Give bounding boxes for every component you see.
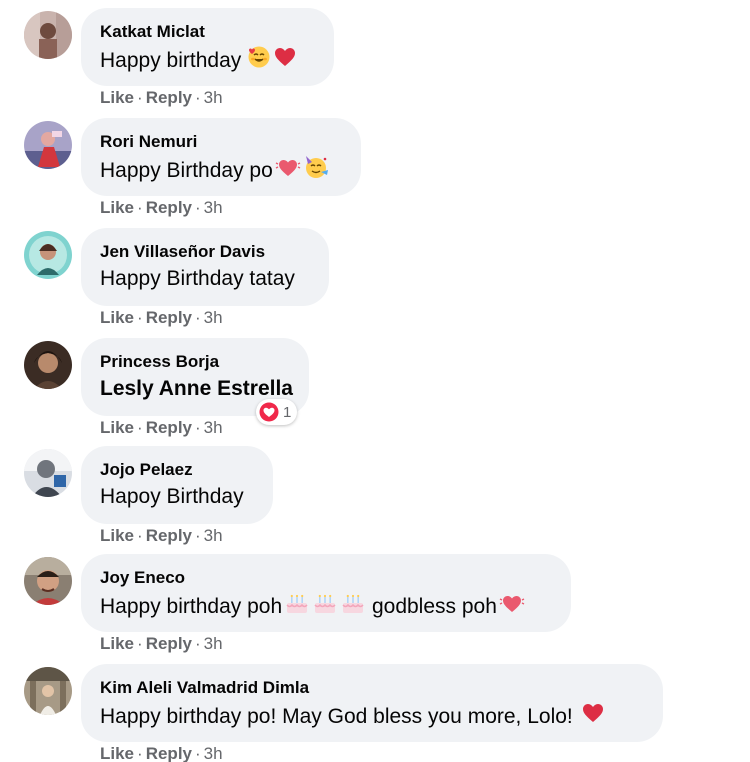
comment-bubble: Katkat Miclat Happy birthday [81, 8, 334, 86]
comment-text-row: Happy Birthday tatay [100, 265, 311, 293]
comment-timestamp[interactable]: 3h [204, 88, 223, 107]
comment: Jojo Pelaez Hapoy Birthday Like · Reply · 3h [0, 438, 750, 548]
comment-text: Happy birthday poh [100, 595, 283, 618]
red-heart-icon [273, 45, 297, 77]
beating-heart-icon [499, 591, 525, 623]
reply-button[interactable]: Reply [146, 744, 192, 762]
reply-button[interactable]: Reply [146, 526, 192, 545]
reaction-count: 1 [283, 403, 292, 421]
comment-text: Happy Birthday tatay [100, 267, 295, 290]
avatar[interactable] [24, 121, 72, 169]
red-heart-icon [581, 701, 605, 733]
comment-actions: Like · Reply · 3h [100, 88, 223, 107]
like-button[interactable]: Like [100, 744, 134, 762]
comment-timestamp[interactable]: 3h [204, 418, 223, 437]
comment-text: Happy birthday po! May God bless you mor… [100, 705, 573, 728]
comment: Katkat Miclat Happy birthday Like · Repl… [0, 0, 750, 110]
comment-actions: Like · Reply · 3h [100, 526, 223, 545]
comment-bubble: Jen Villaseñor Davis Happy Birthday tata… [81, 228, 329, 306]
comment-author[interactable]: Jen Villaseñor Davis [100, 242, 265, 262]
comment-text-row: Happy Birthday po [100, 155, 343, 187]
comment-timestamp[interactable]: 3h [204, 308, 223, 327]
avatar[interactable] [24, 449, 72, 497]
comment-text-row: Happy birthday po! May God bless you mor… [100, 701, 645, 733]
avatar[interactable] [24, 341, 72, 389]
like-button[interactable]: Like [100, 634, 134, 653]
comment-author[interactable]: Jojo Pelaez [100, 460, 193, 480]
comment-text-after: godbless poh [366, 595, 497, 618]
comment-timestamp[interactable]: 3h [204, 526, 223, 545]
comment-thread: Katkat Miclat Happy birthday Like · Repl… [0, 0, 750, 762]
comment-actions: Like · Reply · 3h [100, 308, 223, 327]
reply-button[interactable]: Reply [146, 418, 192, 437]
comment-bubble: Rori Nemuri Happy Birthday po [81, 118, 361, 196]
comment-bubble: Joy Eneco Happy birthday poh godbless po… [81, 554, 571, 632]
like-button[interactable]: Like [100, 308, 134, 327]
reply-button[interactable]: Reply [146, 198, 192, 217]
like-button[interactable]: Like [100, 88, 134, 107]
avatar[interactable] [24, 231, 72, 279]
comment-text-row: Happy birthday poh godbless poh [100, 591, 553, 623]
like-button[interactable]: Like [100, 198, 134, 217]
comment-author[interactable]: Princess Borja [100, 352, 219, 372]
comment-timestamp[interactable]: 3h [204, 634, 223, 653]
comment-actions: Like · Reply · 3h [100, 634, 223, 653]
reply-button[interactable]: Reply [146, 308, 192, 327]
reaction-summary[interactable]: 1 [256, 399, 298, 425]
comment-text-row: Hapoy Birthday [100, 483, 255, 511]
comment: Joy Eneco Happy birthday poh godbless po… [0, 546, 750, 656]
comment-bubble: Kim Aleli Valmadrid Dimla Happy birthday… [81, 664, 663, 742]
birthday-cake-icon [312, 591, 338, 623]
reply-button[interactable]: Reply [146, 88, 192, 107]
avatar[interactable] [24, 557, 72, 605]
comment-author[interactable]: Kim Aleli Valmadrid Dimla [100, 678, 309, 698]
comment-bubble: Jojo Pelaez Hapoy Birthday [81, 446, 273, 524]
partying-face-icon [303, 155, 329, 187]
comment: Kim Aleli Valmadrid Dimla Happy birthday… [0, 656, 750, 762]
comment-actions: Like · Reply · 3h [100, 744, 223, 762]
like-button[interactable]: Like [100, 526, 134, 545]
avatar[interactable] [24, 667, 72, 715]
comment-timestamp[interactable]: 3h [204, 198, 223, 217]
beating-heart-icon [275, 155, 301, 187]
comment-text: Happy birthday [100, 49, 242, 72]
smiling-face-with-hearts-icon [247, 45, 271, 77]
birthday-cake-icon [340, 591, 366, 623]
comment-author[interactable]: Katkat Miclat [100, 22, 205, 42]
comment-text: Happy Birthday po [100, 159, 273, 182]
comment-author[interactable]: Joy Eneco [100, 568, 185, 588]
comment: Jen Villaseñor Davis Happy Birthday tata… [0, 220, 750, 330]
comment: Rori Nemuri Happy Birthday po Like · Rep… [0, 110, 750, 220]
comment-author[interactable]: Rori Nemuri [100, 132, 197, 152]
comment-text-row: Happy birthday [100, 45, 316, 77]
comment-timestamp[interactable]: 3h [204, 744, 223, 762]
comment: Princess Borja Lesly Anne Estrella 1 Lik… [0, 330, 750, 440]
comment-text: Hapoy Birthday [100, 485, 244, 508]
tagged-user-link[interactable]: Lesly Anne Estrella [100, 375, 293, 403]
comment-actions: Like · Reply · 3h [100, 418, 223, 437]
love-reaction-icon [259, 402, 279, 422]
comment-actions: Like · Reply · 3h [100, 198, 223, 217]
birthday-cake-icon [284, 591, 310, 623]
avatar[interactable] [24, 11, 72, 59]
reply-button[interactable]: Reply [146, 634, 192, 653]
like-button[interactable]: Like [100, 418, 134, 437]
